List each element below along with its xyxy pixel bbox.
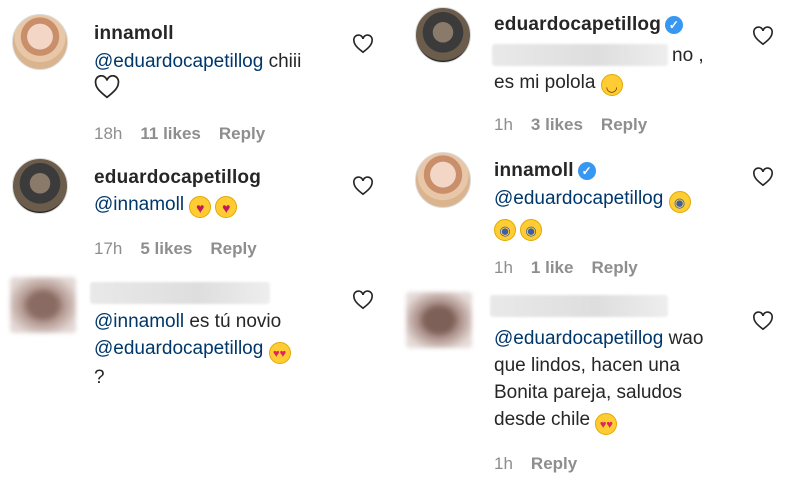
comment-text: @eduardocapetillog ◉ ◉ ◉	[494, 185, 754, 241]
username-text[interactable]: eduardocapetillog	[494, 14, 661, 35]
username-text[interactable]: innamoll	[494, 160, 574, 181]
comment-time[interactable]: 17h	[94, 239, 122, 258]
like-count[interactable]: 11 likes	[140, 124, 201, 143]
like-count[interactable]: 1 like	[531, 258, 574, 277]
comment-body: desde chile	[494, 409, 591, 430]
comment-time[interactable]: 18h	[94, 124, 122, 143]
like-heart-icon[interactable]	[352, 34, 374, 54]
verified-badge-icon: ✓	[665, 16, 684, 34]
comment-eduardocapetillog-1: eduardocapetillog @innamoll ♥ ♥ 17h 5 like…	[0, 150, 390, 270]
comment-username[interactable]: innamoll	[94, 23, 174, 45]
comment-meta: 1h 3 likes Reply	[494, 115, 665, 135]
like-heart-icon[interactable]	[752, 26, 774, 46]
smirk-emoji: ◡	[600, 74, 623, 96]
reply-button[interactable]: Reply	[531, 454, 577, 473]
reply-button[interactable]: Reply	[601, 115, 647, 134]
mention-link[interactable]: @eduardocapetillog	[494, 328, 663, 349]
comment-meta: 17h 5 likes Reply	[94, 239, 275, 259]
heart-eyes-emoji: ♥♥	[268, 342, 291, 364]
comment-body: no ,	[672, 45, 704, 66]
comment-body: es mi polola	[494, 72, 596, 93]
like-count[interactable]: 5 likes	[140, 239, 192, 258]
comment-innamoll-1: innamoll @eduardocapetillog chiii 18h 11 …	[0, 0, 390, 150]
comment-time[interactable]: 1h	[494, 258, 513, 277]
avatar[interactable]	[415, 152, 471, 208]
comment-body-tail: ?	[94, 367, 105, 388]
comment-text: @innamoll es tú novio @eduardocapetillog…	[94, 308, 354, 391]
like-heart-icon[interactable]	[352, 290, 374, 310]
mention-link[interactable]: @eduardocapetillog	[94, 338, 263, 359]
reply-button[interactable]: Reply	[219, 124, 265, 143]
like-heart-icon[interactable]	[352, 176, 374, 196]
comment-body: que lindos, hacen una	[494, 355, 680, 376]
comment-time[interactable]: 1h	[494, 115, 513, 134]
scream-emoji: ◉	[494, 219, 516, 241]
scream-emoji: ◉	[520, 219, 542, 241]
comment-meta: 18h 11 likes Reply	[94, 124, 283, 144]
comment-text: @eduardocapetillog chiii	[94, 48, 354, 102]
avatar[interactable]	[10, 277, 76, 333]
like-count[interactable]: 3 likes	[531, 115, 583, 134]
comment-username[interactable]: innamoll ✓	[494, 160, 596, 182]
comment-username[interactable]: eduardocapetillog ✓	[494, 14, 684, 36]
comment-anonymous-1: @innamoll es tú novio @eduardocapetillog…	[0, 270, 390, 410]
comment-body: chiii	[263, 51, 302, 72]
reply-button[interactable]: Reply	[591, 258, 637, 277]
blurred-username	[490, 295, 668, 317]
comment-time[interactable]: 1h	[494, 454, 513, 473]
like-heart-icon[interactable]	[752, 311, 774, 331]
avatar[interactable]	[12, 14, 68, 70]
comment-innamoll-2: innamoll ✓ @eduardocapetillog ◉ ◉ ◉ 1h 1 li…	[400, 145, 799, 285]
heart-eyes-emoji: ♥♥	[595, 413, 618, 435]
comment-body: wao	[663, 328, 704, 349]
avatar[interactable]	[415, 7, 471, 63]
mention-link[interactable]: @eduardocapetillog	[494, 188, 663, 209]
verified-badge-icon: ✓	[577, 162, 596, 180]
scream-emoji: ◉	[668, 191, 691, 213]
comment-meta: 1h 1 like Reply	[494, 258, 656, 278]
comment-meta: 1h Reply	[494, 454, 595, 474]
avatar[interactable]	[406, 292, 472, 348]
comment-anonymous-2: @eduardocapetillog wao que lindos, hacen…	[400, 285, 799, 485]
comment-body: Bonita pareja, saludos	[494, 382, 683, 403]
comment-body: es tú novio	[184, 311, 282, 332]
like-heart-icon[interactable]	[752, 167, 774, 187]
comment-eduardocapetillog-2: eduardocapetillog ✓ no , es mi polola ◡ 1…	[400, 0, 799, 145]
comment-text: @eduardocapetillog wao que lindos, hacen…	[494, 325, 754, 435]
mention-link[interactable]: @innamoll	[94, 194, 184, 215]
mention-link[interactable]: @innamoll	[94, 311, 184, 332]
kissing-heart-emoji: ♥	[189, 196, 212, 218]
kissing-heart-emoji: ♥	[215, 196, 238, 218]
blurred-username	[90, 282, 270, 304]
heart-icon	[94, 75, 120, 99]
mention-link[interactable]: @eduardocapetillog	[94, 51, 263, 72]
avatar[interactable]	[12, 158, 68, 214]
comment-text: no , es mi polola ◡	[494, 42, 754, 96]
comment-text: @innamoll ♥ ♥	[94, 191, 354, 218]
comment-username[interactable]: eduardocapetillog	[94, 167, 261, 189]
reply-button[interactable]: Reply	[210, 239, 256, 258]
